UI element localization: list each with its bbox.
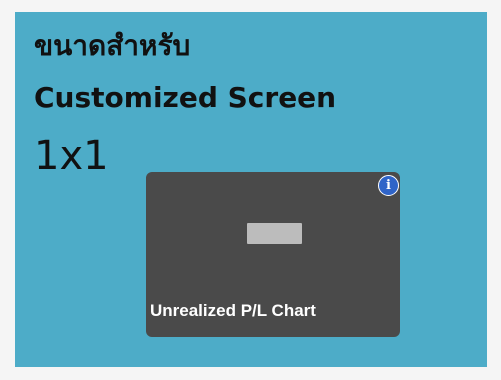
size-panel: ขนาดสำหรับ Customized Screen 1x1 Unreali…: [15, 12, 487, 367]
info-icon[interactable]: i: [378, 175, 399, 196]
unrealized-pl-chart-widget[interactable]: Unrealized P/L Chart: [146, 172, 400, 337]
panel-title-thai: ขนาดสำหรับ: [34, 29, 191, 62]
size-label: 1x1: [34, 133, 109, 179]
widget-label: Unrealized P/L Chart: [150, 301, 316, 320]
panel-title-english: Customized Screen: [34, 81, 337, 114]
widget-placeholder-icon: [247, 223, 302, 244]
